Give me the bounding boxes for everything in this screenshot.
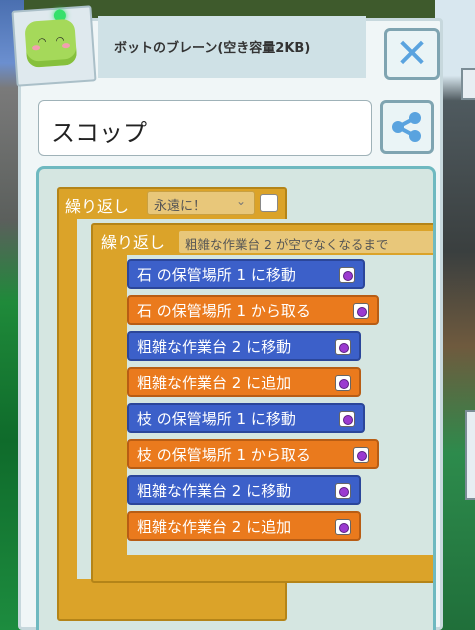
target-icon[interactable] bbox=[335, 519, 351, 535]
repeat-mode-select[interactable]: 永遠に！ ⌄ bbox=[147, 191, 255, 215]
command-block[interactable]: 石 の保管場所 1 から取る bbox=[127, 295, 379, 325]
close-button[interactable]: ✕ bbox=[384, 28, 440, 80]
target-icon[interactable] bbox=[335, 339, 351, 355]
target-icon[interactable] bbox=[353, 303, 369, 319]
panel-title: ボットのブレーン(空き容量2KB) bbox=[114, 41, 311, 56]
chevron-down-icon: ⌄ bbox=[236, 194, 247, 208]
command-block[interactable]: 石 の保管場所 1 に移動 bbox=[127, 259, 365, 289]
side-tab[interactable] bbox=[461, 68, 475, 100]
command-label: 石 の保管場所 1 から取る bbox=[137, 301, 311, 320]
command-label: 粗雑な作業台 2 に移動 bbox=[137, 337, 292, 356]
target-icon[interactable] bbox=[353, 447, 369, 463]
command-label: 粗雑な作業台 2 に移動 bbox=[137, 481, 292, 500]
repeat-until-condition[interactable]: 粗雑な作業台 2 が空でなくなるまで bbox=[179, 231, 433, 253]
command-label: 枝 の保管場所 1 から取る bbox=[137, 445, 311, 464]
command-block[interactable]: 粗雑な作業台 2 に移動 bbox=[127, 331, 361, 361]
repeat-mode-value: 永遠に！ bbox=[154, 199, 207, 214]
repeat-label: 繰り返し bbox=[65, 197, 130, 216]
share-icon bbox=[392, 112, 421, 142]
command-label: 石 の保管場所 1 に移動 bbox=[137, 265, 296, 284]
close-x-icon: ✕ bbox=[395, 31, 429, 77]
repeat-label: 繰り返し bbox=[101, 233, 166, 252]
share-button[interactable] bbox=[380, 100, 434, 154]
repeat-checkbox[interactable] bbox=[260, 194, 278, 212]
bot-face-icon: ◠ ◠ bbox=[24, 18, 78, 68]
side-tab[interactable] bbox=[465, 410, 475, 500]
code-workspace[interactable]: 繰り返し 永遠に！ ⌄ 繰り返し 粗雑な作業台 2 が空でなくなるまで 石 の保… bbox=[36, 166, 436, 630]
command-block[interactable]: 粗雑な作業台 2 に追加 bbox=[127, 367, 361, 397]
command-block[interactable]: 枝 の保管場所 1 に移動 bbox=[127, 403, 365, 433]
target-icon[interactable] bbox=[339, 267, 355, 283]
bot-avatar: ◠ ◠ bbox=[11, 5, 97, 87]
bot-name-input[interactable]: スコップ bbox=[38, 100, 372, 156]
target-icon[interactable] bbox=[335, 483, 351, 499]
command-block[interactable]: 粗雑な作業台 2 に追加 bbox=[127, 511, 361, 541]
command-block[interactable]: 枝 の保管場所 1 から取る bbox=[127, 439, 379, 469]
target-icon[interactable] bbox=[335, 375, 351, 391]
command-label: 粗雑な作業台 2 に追加 bbox=[137, 373, 292, 392]
target-icon[interactable] bbox=[339, 411, 355, 427]
command-label: 枝 の保管場所 1 に移動 bbox=[137, 409, 296, 428]
command-block[interactable]: 粗雑な作業台 2 に移動 bbox=[127, 475, 361, 505]
command-label: 粗雑な作業台 2 に追加 bbox=[137, 517, 292, 536]
